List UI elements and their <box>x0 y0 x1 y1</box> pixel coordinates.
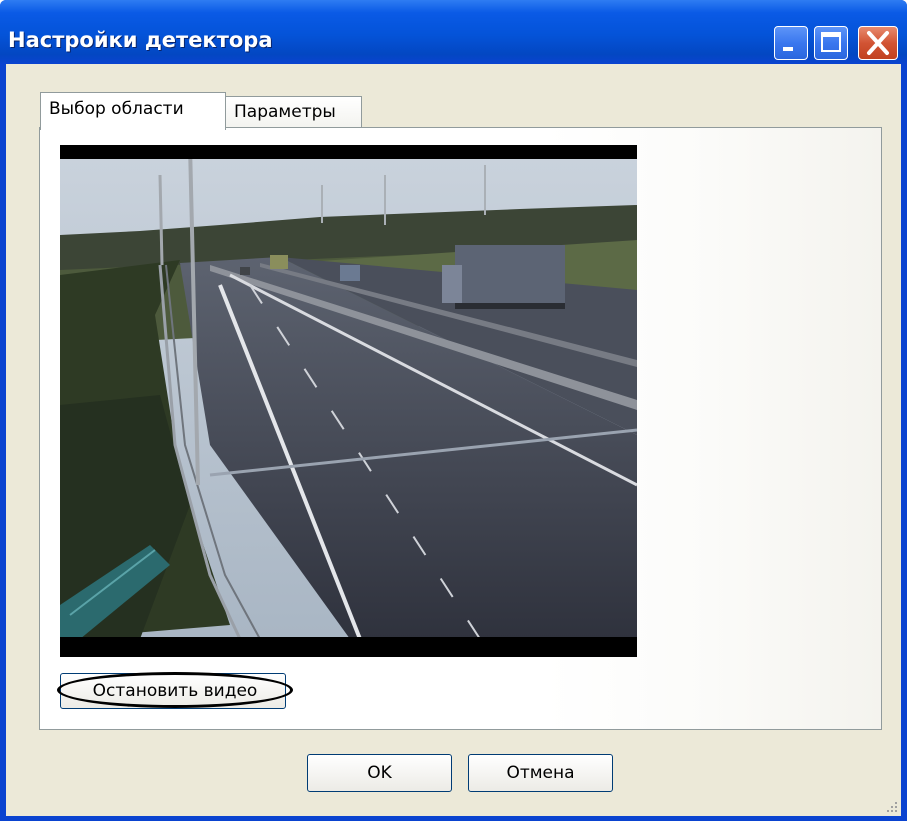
tab-parameters[interactable]: Параметры <box>226 96 362 128</box>
tab-panel: Остановить видео <box>39 127 882 730</box>
close-button[interactable] <box>858 26 898 60</box>
close-icon <box>867 31 889 55</box>
window-title: Настройки детектора <box>8 28 273 52</box>
title-bar[interactable]: Настройки детектора <box>0 0 907 64</box>
stop-video-button[interactable]: Остановить видео <box>57 672 293 709</box>
video-preview[interactable] <box>60 145 637 657</box>
resize-grip-icon[interactable] <box>883 798 899 814</box>
dialog-window: Настройки детектора Выбор области Параме… <box>0 0 907 821</box>
highway-camera-image <box>60 145 637 657</box>
cancel-button[interactable]: Отмена <box>468 754 613 792</box>
maximize-button[interactable] <box>814 26 848 60</box>
tab-area-selection[interactable]: Выбор области <box>40 92 226 130</box>
ok-button[interactable]: OK <box>307 754 452 792</box>
stop-video-label: Остановить видео <box>92 681 258 701</box>
minimize-button[interactable] <box>774 26 808 60</box>
dialog-client-area: Выбор области Параметры Остановить видео… <box>6 64 901 816</box>
maximize-icon <box>821 32 841 52</box>
minimize-icon <box>783 47 793 51</box>
